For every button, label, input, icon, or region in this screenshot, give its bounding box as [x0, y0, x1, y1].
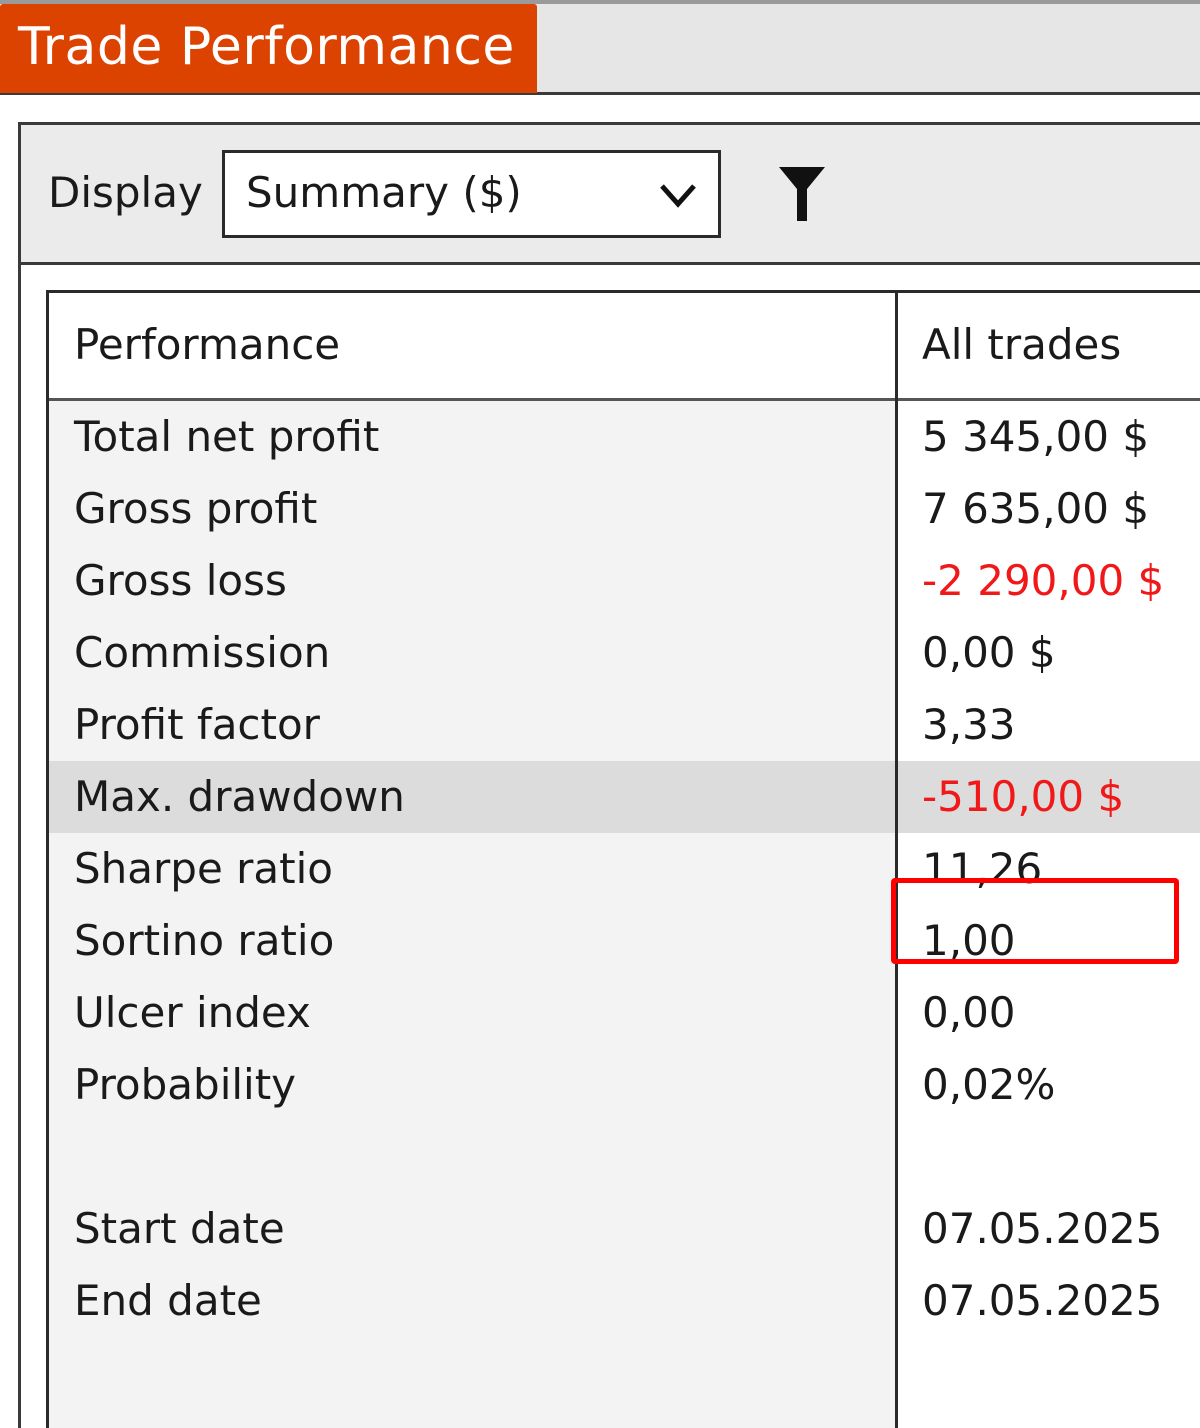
metric-label: Sortino ratio — [74, 916, 335, 965]
metric-label: Gross profit — [74, 484, 318, 533]
filter-icon[interactable] — [777, 163, 827, 227]
table-row[interactable]: Profit factor 3,33 — [49, 689, 1200, 761]
metric-value: 5 345,00 $ — [922, 412, 1150, 461]
column-header-performance[interactable]: Performance — [74, 317, 340, 373]
table-row[interactable]: Ulcer index 0,00 — [49, 977, 1200, 1049]
metric-value: 0,00 $ — [922, 628, 1056, 677]
metric-value: 07.05.2025 — [922, 1204, 1163, 1253]
metric-label: Start date — [74, 1204, 285, 1253]
table-row[interactable]: Commission 0,00 $ — [49, 617, 1200, 689]
toolbar: Display Summary ($) — [21, 125, 1200, 265]
table-row[interactable]: Start date 07.05.2025 — [49, 1193, 1200, 1265]
table-row[interactable]: Gross profit 7 635,00 $ — [49, 473, 1200, 545]
metric-label: Profit factor — [74, 700, 320, 749]
metric-label: Max. drawdown — [74, 772, 405, 821]
metric-label: Commission — [74, 628, 331, 677]
grid-header: Performance All trades — [49, 293, 1200, 401]
chevron-down-icon — [660, 184, 696, 208]
metric-label: Ulcer index — [74, 988, 311, 1037]
metric-label: Total net profit — [74, 412, 380, 461]
metric-label: Sharpe ratio — [74, 844, 333, 893]
table-row[interactable]: End date 07.05.2025 — [49, 1265, 1200, 1337]
metric-label: Gross loss — [74, 556, 287, 605]
annotation-highlight-box — [891, 878, 1179, 964]
performance-panel: Display Summary ($) Performance All trad… — [18, 122, 1200, 1428]
table-row[interactable]: Gross loss -2 290,00 $ — [49, 545, 1200, 617]
table-row[interactable]: Total net profit 5 345,00 $ — [49, 401, 1200, 473]
column-divider — [895, 293, 898, 1428]
trade-performance-window: Trade Performance Display Summary ($) Pe… — [0, 0, 1200, 1428]
performance-grid: Performance All trades Total net profit 5… — [46, 290, 1200, 1428]
metric-value: 3,33 — [922, 700, 1016, 749]
table-row[interactable]: Probability 0,02% — [49, 1049, 1200, 1121]
tab-strip: Trade Performance — [0, 0, 1200, 95]
table-row[interactable]: Max. drawdown -510,00 $ — [49, 761, 1200, 833]
metric-value: 7 635,00 $ — [922, 484, 1150, 533]
display-dropdown[interactable]: Summary ($) — [222, 150, 721, 238]
metric-label: Probability — [74, 1060, 297, 1109]
window-title-tab[interactable]: Trade Performance — [0, 4, 537, 93]
metric-value: 07.05.2025 — [922, 1276, 1163, 1325]
display-label: Display — [48, 168, 203, 217]
table-row-spacer — [49, 1121, 1200, 1193]
column-header-all-trades[interactable]: All trades — [922, 317, 1121, 373]
display-dropdown-value: Summary ($) — [246, 168, 522, 217]
metric-value: -510,00 $ — [922, 772, 1125, 821]
metric-value: -2 290,00 $ — [922, 556, 1165, 605]
metric-value: 0,02% — [922, 1060, 1056, 1109]
metric-value: 0,00 — [922, 988, 1016, 1037]
metric-label: End date — [74, 1276, 262, 1325]
